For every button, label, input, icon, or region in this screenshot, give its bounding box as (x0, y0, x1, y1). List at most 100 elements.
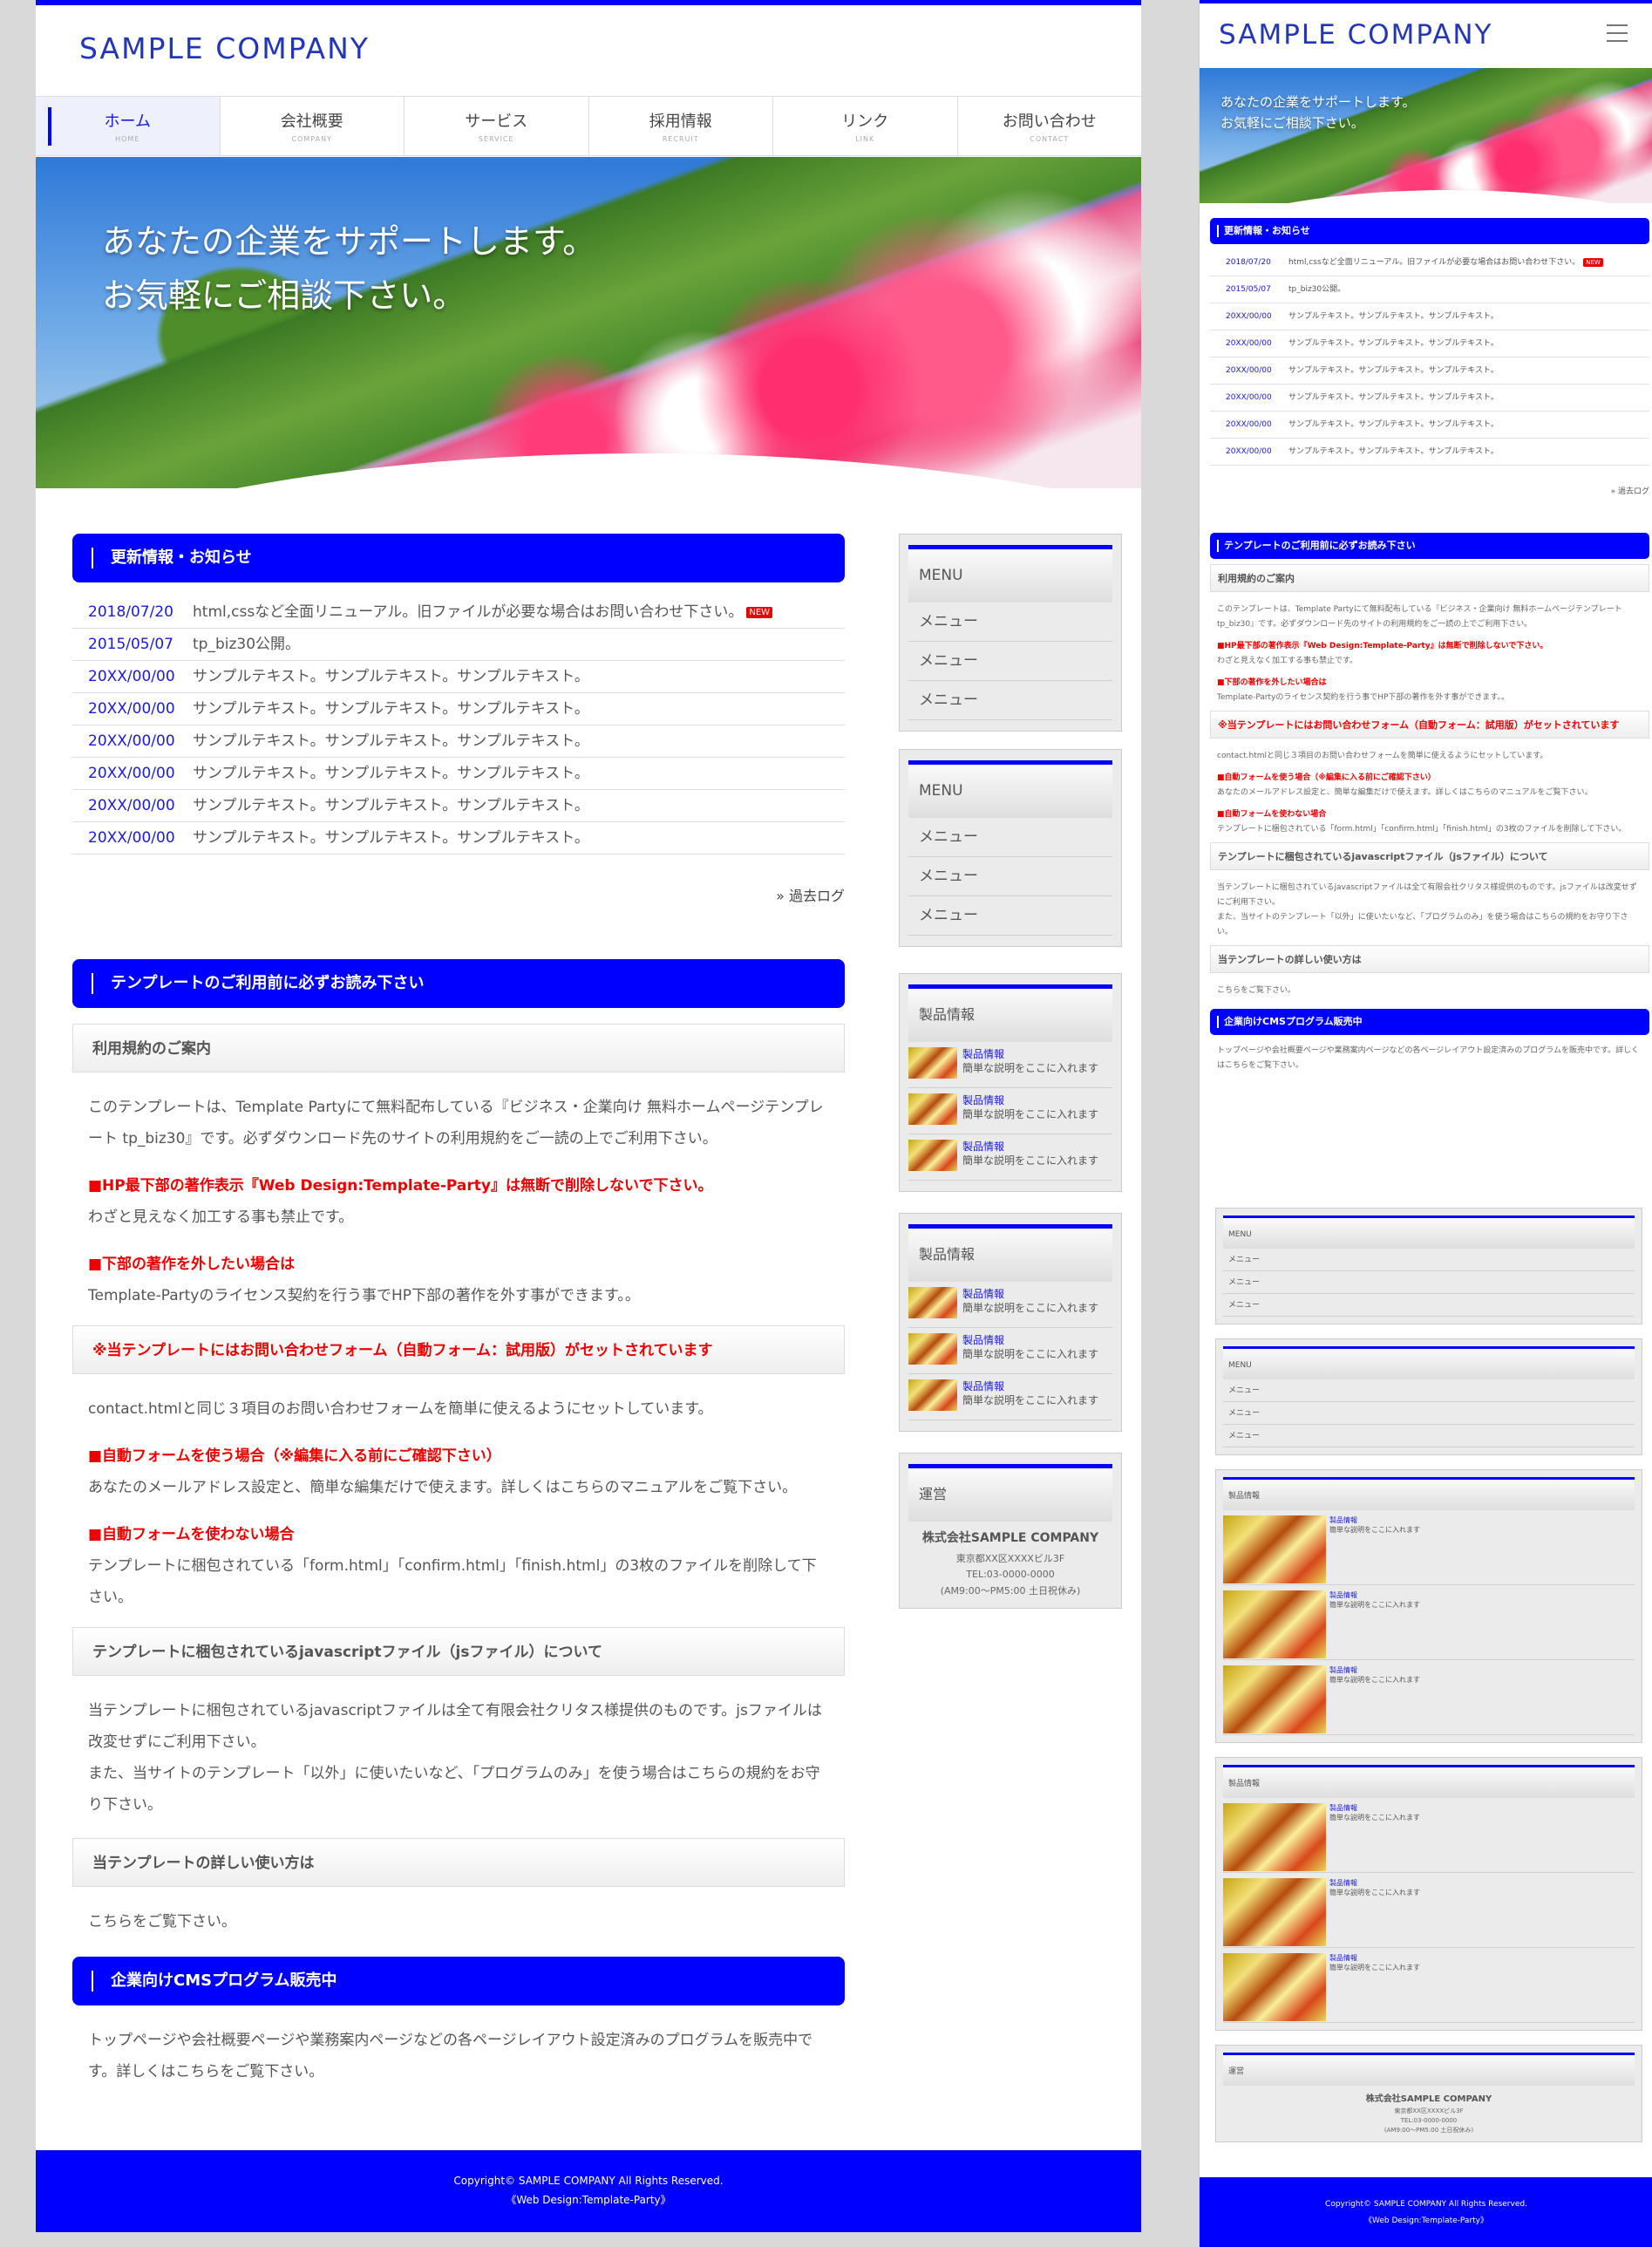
hero-catch-1: あなたの企業をサポートします。 (1220, 94, 1416, 110)
news-text: tp_biz30公開。 (1288, 285, 1346, 294)
sidebar-menu-item[interactable]: メニュー (908, 642, 1112, 681)
nouse-form-heading: ■自動フォームを使わない場合 (88, 1526, 295, 1543)
nav-sublabel: COMPANY (291, 135, 332, 143)
sidebar-menu-item[interactable]: メニュー (908, 818, 1112, 857)
product-name[interactable]: 製品情報 (1329, 1665, 1420, 1675)
sidebar-menu-title: MENU (908, 545, 1112, 603)
design-credit[interactable]: 《Web Design:Template-Party》 (1200, 2213, 1652, 2230)
news-row: 2015/05/07 tp_biz30公開。 (1210, 276, 1649, 303)
news-date: 20XX/00/00 (88, 765, 175, 782)
product-item[interactable]: 製品情報 簡単な説明をここに入れます (1223, 1510, 1635, 1585)
product-item[interactable]: 製品情報 簡単な説明をここに入れます (908, 1328, 1112, 1374)
nav-label: サービス (465, 112, 528, 131)
sidebar-menu-item[interactable]: メニュー (908, 896, 1112, 936)
site-logo[interactable]: SAMPLE COMPANY (79, 31, 370, 65)
product-item[interactable]: 製品情報 簡単な説明をここに入れます (908, 1088, 1112, 1134)
news-list: 2018/07/20 html,cssなど全面リニューアル。旧ファイルが必要な場合… (72, 596, 845, 855)
company-address: 東京都XX区XXXXビル3F (955, 1553, 1065, 1564)
site-logo[interactable]: SAMPLE COMPANY (1219, 19, 1492, 51)
product-desc: 簡単な説明をここに入れます (962, 1062, 1099, 1074)
nav-item-service[interactable]: サービス SERVICE (404, 97, 588, 155)
desktop-view: SAMPLE COMPANY ホーム HOME 会社概要 COMPANY サービス S… (36, 0, 1141, 2232)
company-title: 運営 (1223, 2053, 1635, 2086)
news-text: サンプルテキスト。サンプルテキスト。サンプルテキスト。 (1288, 366, 1499, 375)
nav-item-recruit[interactable]: 採用情報 RECRUIT (588, 97, 773, 155)
product-name[interactable]: 製品情報 (962, 1287, 1098, 1301)
js-text-2: また、当サイトのテンプレート「以外」に使いたいなど、「プログラムのみ」を使う場合… (88, 1765, 820, 1814)
company-address: 東京都XX区XXXXビル3F (1394, 2107, 1464, 2114)
hero-flowers (1200, 68, 1652, 203)
nav-label: 会社概要 (280, 112, 343, 131)
sidebar-menu-item[interactable]: メニュー (1223, 1425, 1635, 1447)
nav-item-contact[interactable]: お問い合わせ CONTACT (956, 97, 1142, 155)
product-item[interactable]: 製品情報 簡単な説明をここに入れます (908, 1042, 1112, 1088)
sidebar-menu-item[interactable]: メニュー (908, 603, 1112, 642)
product-name[interactable]: 製品情報 (962, 1093, 1098, 1107)
sidebar-menu-item[interactable]: メニュー (1223, 1271, 1635, 1294)
form-text: contact.htmlと同じ３項目のお問い合わせフォームを簡単に使えるようにセ… (88, 1400, 713, 1418)
product-item[interactable]: 製品情報 簡単な説明をここに入れます (908, 1134, 1112, 1181)
remove-text: Template-Partyのライセンス契約を行う事でHP下部の著作を外す事がで… (1217, 693, 1510, 702)
nav-item-link[interactable]: リンク LINK (772, 97, 957, 155)
news-text: サンプルテキスト。サンプルテキスト。サンプルテキスト。 (1288, 312, 1499, 321)
sidebar-menu-title: MENU (1223, 1215, 1635, 1249)
product-item[interactable]: 製品情報 簡単な説明をここに入れます (1223, 1873, 1635, 1948)
product-name[interactable]: 製品情報 (1329, 1803, 1420, 1813)
product-item[interactable]: 製品情報 簡単な説明をここに入れます (1223, 1585, 1635, 1660)
sidebar-menu-item[interactable]: メニュー (908, 857, 1112, 896)
product-thumbnail (908, 1287, 957, 1318)
cms-heading: 企業向けCMSプログラム販売中 (1210, 1009, 1649, 1035)
product-desc: 簡単な説明をここに入れます (1329, 1601, 1420, 1609)
products-title: 製品情報 (1223, 1765, 1635, 1798)
sidebar-menu-2: MENU メニュー メニュー メニュー (1215, 1338, 1642, 1455)
product-item[interactable]: 製品情報 簡単な説明をここに入れます (1223, 1798, 1635, 1873)
product-desc: 簡単な説明をここに入れます (962, 1154, 1099, 1167)
cms-text: トップページや会社概要ページや業務案内ページなどの各ページレイアウト設定済みのプ… (88, 2032, 813, 2080)
product-desc: 簡単な説明をここに入れます (1329, 1889, 1420, 1896)
news-text: html,cssなど全面リニューアル。旧ファイルが必要な場合はお問い合わせ下さい… (193, 596, 773, 628)
news-row: 20XX/00/00 サンプルテキスト。サンプルテキスト。サンプルテキスト。 (72, 790, 845, 822)
sidebar-menu-item[interactable]: メニュー (1223, 1249, 1635, 1271)
sidebar-products-1: 製品情報 製品情報 簡単な説明をここに入れます 製品情報 簡単な説明をここに入れます… (1215, 1469, 1642, 1743)
sidebar-menu-item[interactable]: メニュー (1223, 1379, 1635, 1402)
guide-heading: テンプレートのご利用前に必ずお読み下さい (72, 959, 845, 1008)
sidebar-menu-item[interactable]: メニュー (1223, 1294, 1635, 1317)
products-title: 製品情報 (908, 1224, 1112, 1282)
design-credit[interactable]: 《Web Design:Template-Party》 (36, 2190, 1141, 2210)
hamburger-menu-icon[interactable] (1607, 24, 1628, 44)
product-item[interactable]: 製品情報 簡単な説明をここに入れます (908, 1282, 1112, 1328)
news-text: サンプルテキスト。サンプルテキスト。サンプルテキスト。 (1288, 447, 1499, 456)
product-item[interactable]: 製品情報 簡単な説明をここに入れます (908, 1374, 1112, 1420)
product-name[interactable]: 製品情報 (962, 1047, 1098, 1061)
news-row: 20XX/00/00 サンプルテキスト。サンプルテキスト。サンプルテキスト。 (72, 725, 845, 758)
past-log-link[interactable]: » 過去ログ (72, 884, 845, 905)
sidebar-menu-item[interactable]: メニュー (1223, 1402, 1635, 1425)
product-name[interactable]: 製品情報 (1329, 1953, 1420, 1963)
product-name[interactable]: 製品情報 (1329, 1515, 1420, 1525)
nav-item-company[interactable]: 会社概要 COMPANY (219, 97, 405, 155)
sidebar-menu-item[interactable]: メニュー (908, 681, 1112, 720)
nav-item-home[interactable]: ホーム HOME (36, 97, 220, 155)
product-name[interactable]: 製品情報 (962, 1379, 1098, 1393)
news-row: 20XX/00/00 サンプルテキスト。サンプルテキスト。サンプルテキスト。 (1210, 439, 1649, 466)
product-name[interactable]: 製品情報 (1329, 1590, 1420, 1600)
product-name[interactable]: 製品情報 (1329, 1878, 1420, 1888)
copyright: Copyright© SAMPLE COMPANY All Rights Res… (453, 2175, 724, 2187)
mobile-sidebar: MENU メニュー メニュー メニュー MENU メニュー メニュー メニュー … (1210, 1208, 1649, 2142)
nav-sublabel: HOME (115, 135, 140, 143)
news-date: 20XX/00/00 (1226, 366, 1272, 375)
howto-text: こちらをご覧下さい。 (88, 1913, 236, 1930)
product-item[interactable]: 製品情報 簡単な説明をここに入れます (1223, 1948, 1635, 2023)
hero-catch-2: お気軽にご相談下さい。 (102, 276, 466, 315)
product-desc: 簡単な説明をここに入れます (1329, 1814, 1420, 1821)
news-heading: 更新情報・お知らせ (1210, 218, 1649, 244)
js-text-1: 当テンプレートに梱包されているjavascriptファイルは全て有限会社クリタス… (88, 1702, 822, 1751)
sidebar-company: 運営 株式会社SAMPLE COMPANY 東京都XX区XXXXビル3F TEL… (899, 1453, 1122, 1609)
product-name[interactable]: 製品情報 (962, 1333, 1098, 1347)
product-name[interactable]: 製品情報 (962, 1140, 1098, 1154)
past-log-link[interactable]: » 過去ログ (1210, 485, 1649, 496)
terms-text: このテンプレートは、Template Partyにて無料配布している『ビジネス・… (1217, 605, 1622, 629)
product-item[interactable]: 製品情報 簡単な説明をここに入れます (1223, 1660, 1635, 1735)
company-tel: TEL:03-0000-0000 (966, 1569, 1055, 1580)
news-row: 20XX/00/00 サンプルテキスト。サンプルテキスト。サンプルテキスト。 (72, 661, 845, 693)
